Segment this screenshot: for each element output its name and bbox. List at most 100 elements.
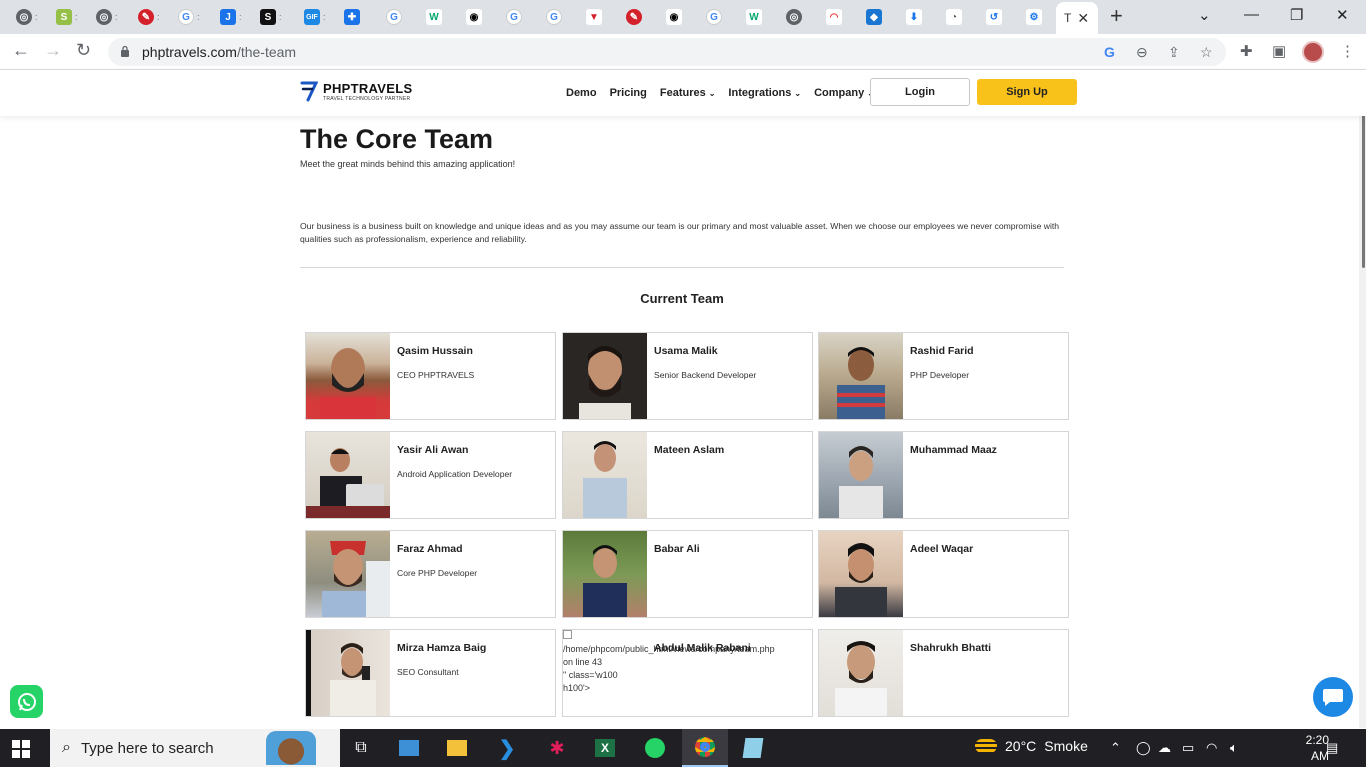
broken-image-icon [563, 630, 572, 639]
browser-tab[interactable]: S: [46, 4, 86, 30]
browser-tab[interactable]: G [496, 4, 536, 30]
browser-tab[interactable]: ⚙ [1016, 4, 1056, 30]
zoom-icon[interactable]: ⊖ [1136, 44, 1148, 61]
vscode-icon[interactable]: ❯ [484, 729, 530, 767]
live-chat-button[interactable] [1313, 677, 1353, 717]
nav-company[interactable]: Company⌄ [814, 87, 874, 99]
w3-icon: W [746, 9, 762, 25]
team-card: /home/phpcom/public_html/views/company/t… [562, 629, 813, 717]
logo-title: PHPTRAVELS [323, 80, 413, 96]
browser-tab[interactable]: W [736, 4, 776, 30]
nav-pricing[interactable]: Pricing [610, 87, 647, 99]
main-nav: Demo Pricing Features ⌄ Integrations ⌄ Com… [566, 87, 874, 99]
team-card: Rashid Farid PHP Developer [818, 332, 1069, 420]
browser-tab[interactable]: ◉ [656, 4, 696, 30]
browser-tab[interactable]: ✎: [128, 4, 168, 30]
bookmark-star-icon[interactable]: ☆ [1200, 44, 1213, 61]
app-icon[interactable] [386, 729, 432, 767]
notification-center-icon[interactable]: ▤ [1326, 740, 1338, 756]
browser-tab[interactable]: ◠ [816, 4, 856, 30]
browser-tab[interactable]: G: [168, 4, 208, 30]
address-bar[interactable]: phptravels.com/the-team G ⊖ ⇪ ☆ [108, 38, 1226, 66]
team-member-photo [819, 333, 903, 419]
whatsapp-button[interactable] [10, 685, 43, 718]
diamond-icon: ◆ [866, 9, 882, 25]
nav-features-label: Features [659, 87, 706, 99]
share-icon[interactable]: ⇪ [1168, 44, 1180, 61]
more-menu-icon[interactable]: ⋮ [1340, 42, 1355, 60]
back-icon[interactable]: ← [12, 40, 30, 61]
browser-tab[interactable]: ◉ [456, 4, 496, 30]
close-window-button[interactable]: ✕ [1336, 6, 1349, 24]
team-card: Faraz Ahmad Core PHP Developer [305, 530, 556, 618]
extensions-icon[interactable]: ✚ [1240, 42, 1253, 60]
signup-button[interactable]: Sign Up [977, 79, 1077, 105]
browser-tab[interactable]: ⬇ [896, 4, 936, 30]
reload-icon[interactable]: ↻ [76, 40, 91, 61]
whatsapp-app-icon[interactable] [632, 729, 678, 767]
browser-tab[interactable]: W [416, 4, 456, 30]
browser-tab[interactable]: ↺ [976, 4, 1016, 30]
wifi-icon[interactable]: ◠ [1206, 740, 1217, 756]
nav-integrations[interactable]: Integrations ⌄ [728, 87, 801, 99]
chevron-down-icon: ⌄ [794, 89, 802, 98]
excel-icon[interactable]: X [582, 729, 628, 767]
new-tab-button[interactable]: + [1110, 5, 1123, 27]
browser-tab[interactable]: G [376, 4, 416, 30]
windows-start-icon[interactable] [12, 740, 30, 758]
chrome-icon[interactable] [682, 729, 728, 767]
forward-icon[interactable]: → [44, 40, 62, 61]
browser-tab[interactable]: ✚ [334, 4, 374, 30]
file-explorer-icon[interactable] [434, 729, 480, 767]
slack-icon[interactable]: ✱ [534, 729, 580, 767]
team-member-role: CEO PHPTRAVELS [397, 370, 475, 380]
weather-widget[interactable]: 20°C Smoke [975, 738, 1088, 754]
rainbow-icon: ◠ [826, 9, 842, 25]
side-panel-icon[interactable]: ▣ [1272, 42, 1286, 60]
team-member-photo [819, 531, 903, 617]
taskbar-search[interactable]: ⌕ Type here to search [50, 729, 340, 767]
browser-tab[interactable]: ◆ [856, 4, 896, 30]
login-button[interactable]: Login [870, 78, 970, 106]
onedrive-cloud-icon[interactable]: ☁ [1158, 740, 1171, 756]
volume-icon[interactable]: 🔈︎ [1230, 740, 1238, 756]
team-member-role: Senior Backend Developer [654, 370, 757, 380]
google-translate-icon[interactable]: G [1104, 44, 1115, 60]
team-member-name: Babar Ali [654, 543, 700, 555]
browser-tab[interactable]: ✎ [616, 4, 656, 30]
browser-tab[interactable]: G [536, 4, 576, 30]
browser-tab[interactable]: GIF: [294, 4, 334, 30]
browser-tab[interactable]: ◎: [6, 4, 46, 30]
team-member-photo [563, 432, 647, 518]
active-browser-tab[interactable]: T ✕ [1056, 2, 1098, 34]
browser-tab[interactable]: J: [210, 4, 250, 30]
site-logo[interactable]: PHPTRAVELS TRAVEL TECHNOLOGY PARTNER [300, 80, 412, 102]
battery-icon[interactable]: ▭ [1182, 740, 1194, 756]
gear-icon: ⚙ [1026, 9, 1042, 25]
chevron-up-icon[interactable]: ⌃ [1110, 740, 1121, 756]
pen-icon: ✎ [138, 9, 154, 25]
profile-avatar[interactable] [1302, 41, 1324, 63]
restore-button[interactable]: ❐ [1290, 6, 1303, 24]
shield-icon: J [220, 9, 236, 25]
browser-tab[interactable]: S: [250, 4, 290, 30]
task-view-icon[interactable]: ⧉ [338, 729, 384, 767]
tab-search-icon[interactable]: ⌄ [1198, 6, 1211, 24]
globe-icon: ◎ [16, 9, 32, 25]
page-title: The Core Team [300, 124, 494, 154]
taskbar-clock[interactable]: 2:20 AM 4/7/2023 [1285, 732, 1332, 780]
browser-tab[interactable]: ◔ [936, 4, 976, 30]
team-card: Yasir Ali Awan Android Application Devel… [305, 431, 556, 519]
nav-features[interactable]: Features ⌄ [660, 87, 716, 99]
browser-tab[interactable]: ◎: [86, 4, 126, 30]
browser-tab[interactable]: ▼ [576, 4, 616, 30]
w3-icon: W [426, 9, 442, 25]
browser-tab[interactable]: G [696, 4, 736, 30]
search-icon: ⌕ [62, 739, 71, 756]
browser-tab[interactable]: ◎ [776, 4, 816, 30]
nav-demo[interactable]: Demo [566, 87, 597, 99]
close-tab-icon[interactable]: ✕ [1077, 10, 1089, 27]
notes-app-icon[interactable] [730, 729, 776, 767]
minimize-button[interactable]: — [1244, 6, 1259, 23]
meet-now-icon[interactable]: ◯ [1136, 740, 1151, 756]
